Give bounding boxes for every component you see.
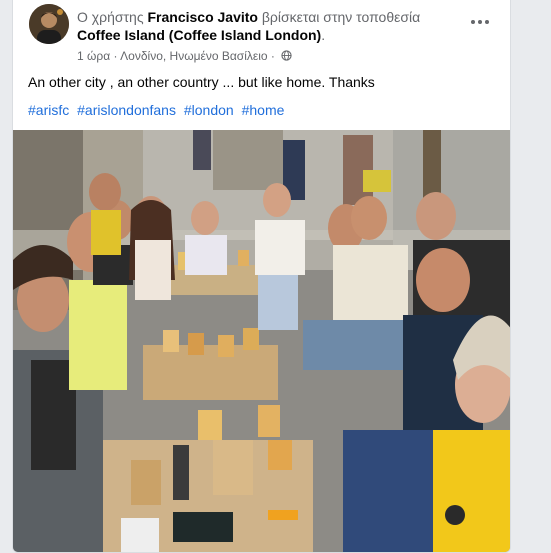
author-line-period: . [321, 27, 326, 43]
hashtag-link[interactable]: #home [242, 102, 285, 118]
hashtag-link[interactable]: #arisfc [28, 102, 69, 118]
post-caption: An other city , an other country ... but… [28, 74, 375, 90]
post-location[interactable]: Λονδίνο, Ηνωμένο Βασίλειο [120, 49, 267, 63]
post-time[interactable]: 1 ώρα [77, 49, 110, 63]
location-intro: βρίσκεται στην τοποθεσία [261, 9, 421, 25]
post-photo[interactable] [13, 130, 510, 552]
hashtag-list: #arisfc #arislondonfans #london #home [28, 101, 288, 119]
hashtag-link[interactable]: #london [184, 102, 234, 118]
globe-icon[interactable] [281, 50, 292, 61]
post-author-line: Ο χρήστης Francisco Javito βρίσκεται στη… [77, 8, 460, 44]
meta-separator-2: · [267, 49, 279, 63]
author-name-link[interactable]: Francisco Javito [147, 9, 258, 25]
post-header: Ο χρήστης Francisco Javito βρίσκεται στη… [27, 4, 500, 64]
post-meta: 1 ώρα · Λονδίνο, Ηνωμένο Βασίλειο · [77, 49, 292, 63]
feed-post: Ο χρήστης Francisco Javito βρίσκεται στη… [12, 0, 511, 553]
hashtag-link[interactable]: #arislondonfans [77, 102, 176, 118]
meta-separator: · [110, 49, 121, 63]
author-prefix: Ο χρήστης [77, 9, 144, 25]
author-avatar[interactable] [29, 4, 69, 44]
place-link[interactable]: Coffee Island (Coffee Island London) [77, 27, 321, 43]
more-options-icon[interactable] [466, 12, 494, 32]
